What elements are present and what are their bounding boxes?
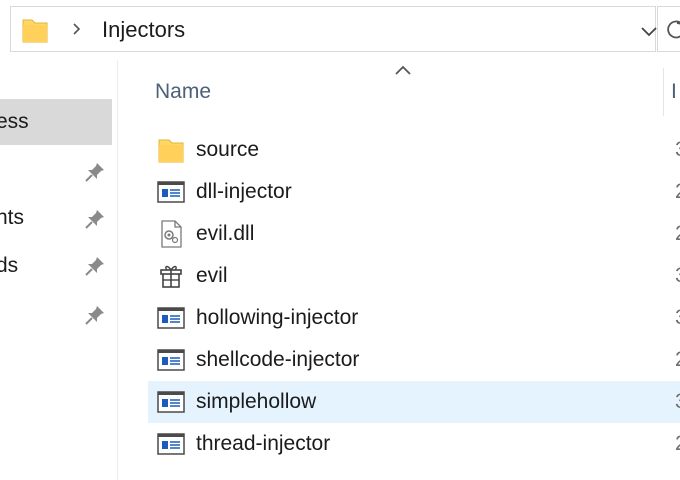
file-row-evil[interactable]: evil 3 [148,255,680,297]
nav-item-label: ess [0,110,29,133]
column-header-date-modified[interactable]: I [671,79,677,105]
nav-item-pictures[interactable] [0,292,112,338]
nav-pane-divider [117,60,118,480]
file-row-hollowing-injector[interactable]: hollowing-injector 3 [148,297,680,339]
pin-icon[interactable] [84,208,106,230]
application-icon [157,391,185,413]
file-name: evil [196,264,228,287]
application-icon [157,433,185,455]
file-date-truncated: 2 [675,178,680,206]
file-date-truncated: 3 [675,136,680,164]
file-name: dll-injector [196,180,292,203]
file-name: shellcode-injector [196,348,360,371]
address-bar[interactable]: Injectors [10,6,657,52]
chevron-right-icon [73,23,81,35]
file-row-simplehollow[interactable]: simplehollow 3 [148,381,680,423]
nav-item-documents[interactable]: nts [0,195,112,241]
file-row-source[interactable]: source 3 [148,129,680,171]
column-divider[interactable] [663,68,664,116]
folder-icon [22,19,48,43]
refresh-button[interactable] [657,6,680,52]
file-date-truncated: 2 [675,430,680,458]
column-header-name[interactable]: Name [155,79,211,105]
pin-icon[interactable] [84,161,106,183]
file-name: source [196,138,260,161]
file-date-truncated: 3 [675,262,680,290]
file-date-truncated: 2 [675,346,680,374]
application-icon [157,181,185,203]
gift-icon [160,265,182,288]
file-name: thread-injector [196,432,331,455]
file-row-thread-injector[interactable]: thread-injector 2 [148,423,680,465]
file-date-truncated: 3 [675,304,680,332]
file-row-dll-injector[interactable]: dll-injector 2 [148,171,680,213]
file-name: hollowing-injector [196,306,359,329]
nav-item-desktop[interactable] [0,148,112,194]
file-explorer-window: Injectors ess nts ds Name I source dll-i… [0,0,680,480]
sort-ascending-icon [395,65,411,75]
dll-file-icon [161,220,182,248]
file-date-truncated: 2 [675,220,680,248]
breadcrumb-current-folder[interactable]: Injectors [102,17,185,43]
application-icon [157,349,185,371]
nav-item-quick-access[interactable]: ess [0,99,112,145]
file-date-truncated: 3 [675,388,680,416]
pin-icon[interactable] [84,255,106,277]
folder-icon [158,139,184,163]
application-icon [157,307,185,329]
file-name: evil.dll [196,222,255,245]
nav-item-downloads[interactable]: ds [0,243,112,289]
nav-item-label: ds [0,254,19,277]
nav-item-label: nts [0,206,25,229]
file-name: simplehollow [196,390,317,413]
file-row-evil-dll[interactable]: evil.dll 2 [148,213,680,255]
refresh-icon [667,20,680,39]
pin-icon[interactable] [84,304,106,326]
file-row-shellcode-injector[interactable]: shellcode-injector 2 [148,339,680,381]
